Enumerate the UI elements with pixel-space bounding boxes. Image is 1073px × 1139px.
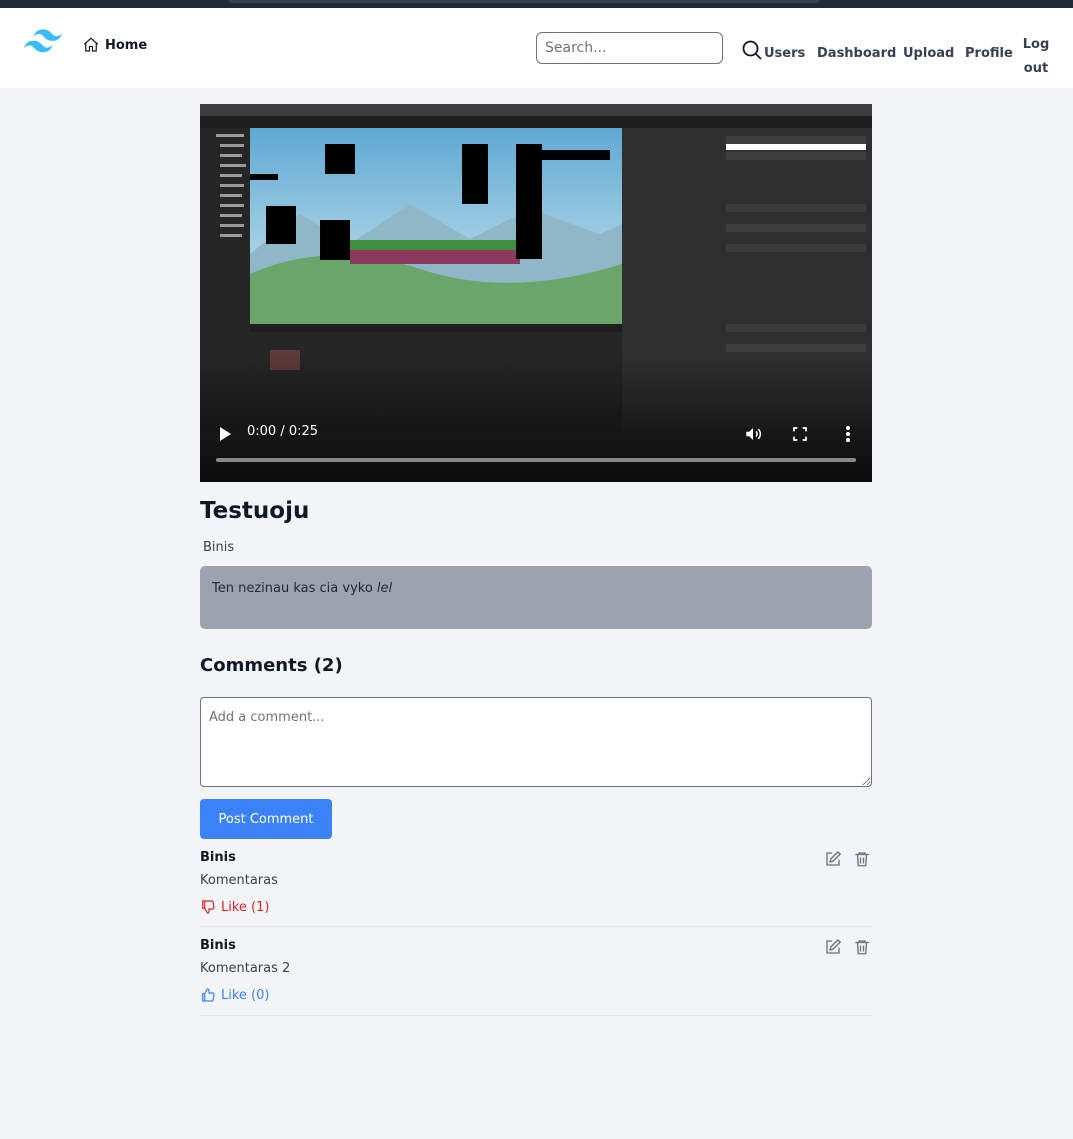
comment-item: Binis Komentaras 2 Like (0)	[200, 938, 872, 1016]
comment-text: Komentaras 2	[200, 961, 291, 976]
comment-input[interactable]	[200, 697, 872, 787]
navbar: Home Users Dashboard Upload Profile Log …	[0, 8, 1073, 88]
nav-logout-link[interactable]: Log out	[1022, 33, 1050, 81]
description-text: Ten nezinau kas cia vyko	[212, 581, 377, 596]
edit-icon[interactable]	[824, 938, 842, 956]
fullscreen-icon[interactable]	[792, 426, 808, 442]
description-emphasis: lel	[376, 581, 393, 596]
nav-link-dashboard[interactable]: Dashboard	[817, 46, 896, 61]
nav-link-users[interactable]: Users	[764, 46, 805, 61]
logout-line-1: Log	[1022, 37, 1050, 52]
comment-text: Komentaras	[200, 873, 278, 888]
volume-icon[interactable]	[744, 425, 762, 443]
thumb-down-icon	[202, 900, 215, 914]
video-time: 0:00 / 0:25	[247, 424, 319, 439]
thumb-up-icon	[202, 988, 215, 1002]
video-progress-bar[interactable]	[216, 458, 856, 462]
search-icon[interactable]	[740, 38, 764, 62]
like-button[interactable]: Like (0)	[200, 987, 269, 1003]
trash-icon[interactable]	[853, 850, 871, 868]
search-input[interactable]	[536, 32, 723, 64]
more-vertical-icon[interactable]	[842, 425, 854, 443]
home-icon	[83, 37, 99, 52]
logout-line-2: out	[1023, 61, 1049, 76]
comment-author: Binis	[200, 850, 236, 865]
like-button[interactable]: Like (1)	[200, 899, 269, 915]
video-description: Ten nezinau kas cia vyko lel	[200, 566, 872, 629]
like-label: Like (1)	[221, 899, 270, 915]
nav-home-label: Home	[105, 37, 148, 53]
tailwind-logo-icon[interactable]	[24, 28, 62, 54]
browser-top-strip	[0, 0, 1073, 8]
trash-icon[interactable]	[853, 938, 871, 956]
video-author[interactable]: Binis	[203, 540, 234, 555]
comment-item: Binis Komentaras Like (1)	[200, 850, 872, 927]
nav-link-profile[interactable]: Profile	[965, 46, 1013, 61]
comments-heading: Comments (2)	[200, 655, 343, 676]
nav-link-upload[interactable]: Upload	[903, 46, 954, 61]
like-label: Like (0)	[221, 987, 270, 1003]
video-title: Testuoju	[200, 498, 310, 524]
comment-author: Binis	[200, 938, 236, 953]
browser-pill	[228, 0, 820, 3]
edit-icon[interactable]	[824, 850, 842, 868]
post-comment-button[interactable]: Post Comment	[200, 799, 332, 839]
play-icon[interactable]	[218, 426, 232, 442]
nav-home-link[interactable]: Home	[82, 36, 147, 54]
